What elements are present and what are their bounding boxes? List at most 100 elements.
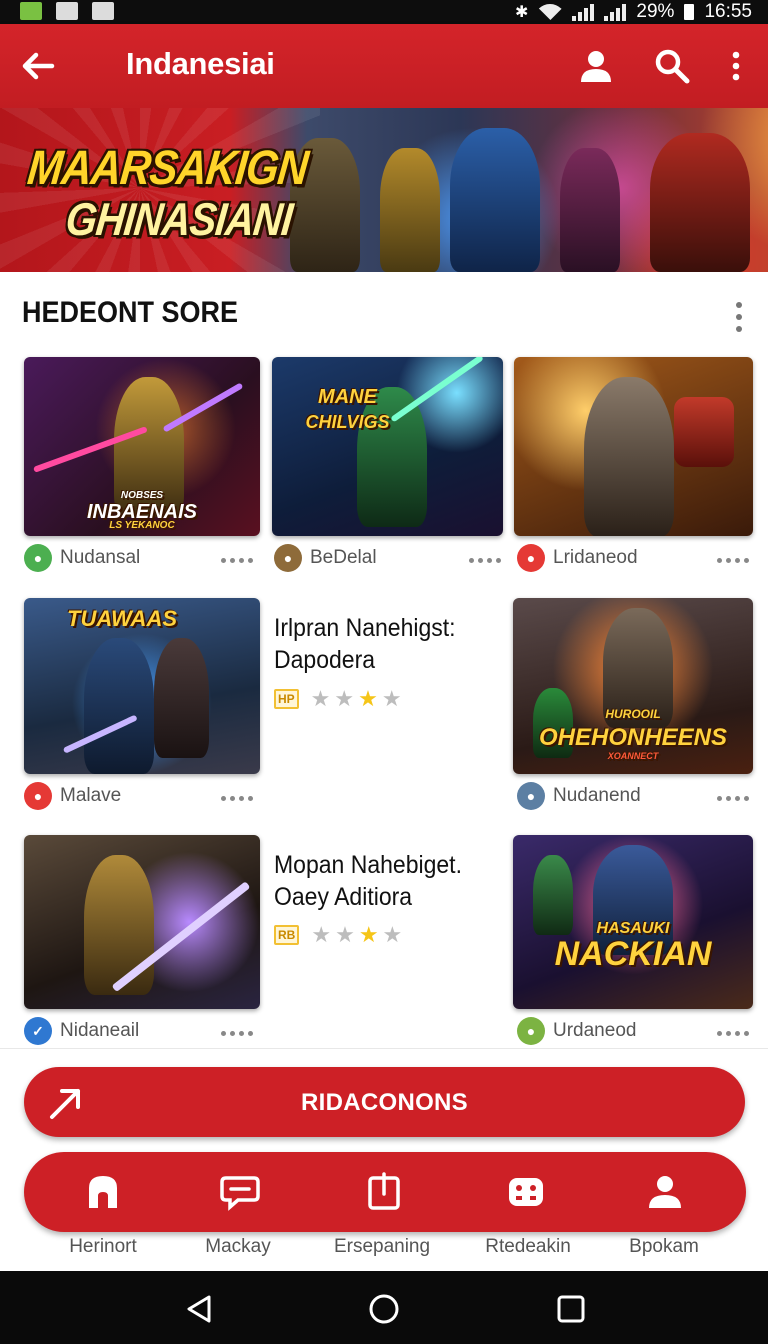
search-icon[interactable] bbox=[652, 46, 692, 86]
age-rating-badge: RB bbox=[274, 925, 300, 945]
back-arrow-icon[interactable] bbox=[18, 46, 58, 86]
game-name: Nudansal bbox=[60, 547, 141, 568]
card-art-text: TUAWAAS bbox=[67, 606, 177, 631]
game-name: Nidaneail bbox=[60, 1020, 140, 1041]
section-more-icon[interactable] bbox=[727, 302, 751, 332]
card-art-text: INBAENAIS bbox=[86, 501, 197, 523]
promo-banner[interactable]: MAARSAKIGN GHINASIANI bbox=[0, 108, 768, 272]
game-meta[interactable]: ✓ Nidaneail bbox=[24, 1016, 139, 1046]
recommendations-button[interactable]: RIDACONONS bbox=[24, 1067, 745, 1137]
gamepad-icon[interactable] bbox=[504, 1170, 548, 1214]
game-card-image[interactable]: HUROOIL OHEHONHEENS XOANNECT bbox=[513, 598, 753, 774]
game-icon: ● bbox=[24, 782, 52, 810]
game-more-icon[interactable] bbox=[717, 796, 749, 801]
banner-title-line1: MAARSAKIGN bbox=[25, 140, 311, 195]
star-icon: ★ bbox=[381, 686, 402, 711]
game-card-image[interactable]: TUAWAAS bbox=[24, 598, 260, 774]
clock: 16:55 bbox=[704, 1, 752, 22]
nav-label-profile[interactable]: Bpokam bbox=[584, 1236, 744, 1258]
game-name: Malave bbox=[60, 785, 122, 806]
card-art-text: HUROOIL bbox=[605, 707, 661, 721]
nav-label-chat[interactable]: Mackay bbox=[158, 1236, 318, 1258]
game-card-image[interactable]: HASAUKI NACKIAN bbox=[513, 835, 753, 1009]
game-card-image[interactable] bbox=[24, 835, 260, 1009]
card-art-text: NACKIAN bbox=[554, 935, 712, 973]
banner-title-line2: GHINASIANI bbox=[63, 194, 295, 246]
game-more-icon[interactable] bbox=[221, 558, 253, 563]
game-icon: ● bbox=[517, 544, 545, 572]
game-icon: ✓ bbox=[24, 1017, 52, 1045]
game-meta[interactable]: ● Malave bbox=[24, 781, 121, 811]
card-art-text: CHILVIGS bbox=[305, 412, 390, 432]
card-art-text: NOBSES bbox=[120, 490, 164, 501]
wifi-icon bbox=[538, 4, 562, 20]
account-icon[interactable] bbox=[576, 46, 616, 86]
game-more-icon[interactable] bbox=[717, 1031, 749, 1036]
star-icon: ★ bbox=[382, 922, 403, 947]
recommendations-label: RIDACONONS bbox=[300, 1089, 468, 1116]
game-more-icon[interactable] bbox=[469, 558, 501, 563]
featured-title[interactable]: Irlpran Nanehigst: Dapodera bbox=[274, 612, 456, 676]
game-meta[interactable]: ● BeDelal bbox=[274, 543, 377, 573]
share-icon[interactable] bbox=[362, 1170, 406, 1214]
featured-title-line1: Mopan Nahebiget. bbox=[274, 851, 462, 879]
home-icon[interactable] bbox=[81, 1170, 125, 1214]
system-back-icon[interactable] bbox=[183, 1293, 215, 1325]
game-card-image[interactable] bbox=[514, 357, 753, 536]
person-icon[interactable] bbox=[643, 1170, 687, 1214]
featured-title[interactable]: Mopan Nahebiget. Oaey Aditiora bbox=[274, 849, 462, 913]
game-icon: ● bbox=[517, 1017, 545, 1045]
battery-icon bbox=[684, 4, 695, 20]
game-card-image[interactable]: MANE CHILVIGS bbox=[272, 357, 503, 536]
hero-figure bbox=[380, 148, 440, 272]
game-meta[interactable]: ● Urdaneod bbox=[517, 1016, 636, 1046]
age-rating-badge: HP bbox=[274, 689, 299, 709]
game-name: BeDelal bbox=[310, 547, 377, 568]
card-art-text: XOANNECT bbox=[607, 751, 659, 761]
hero-figure bbox=[650, 133, 750, 272]
notification-icon bbox=[20, 2, 42, 20]
game-more-icon[interactable] bbox=[221, 796, 253, 801]
game-more-icon[interactable] bbox=[221, 1031, 253, 1036]
featured-rating: RB ★ ★ ★ ★ bbox=[274, 924, 402, 946]
divider bbox=[0, 1048, 768, 1049]
game-icon: ● bbox=[274, 544, 302, 572]
overflow-menu-icon[interactable] bbox=[716, 46, 756, 86]
game-name: Nudanend bbox=[553, 785, 641, 806]
featured-title-line2: Dapodera bbox=[274, 646, 376, 674]
signal-icon bbox=[572, 3, 595, 21]
star-icon: ★ bbox=[310, 686, 331, 711]
star-icon: ★ bbox=[358, 922, 379, 947]
star-icon: ★ bbox=[335, 922, 355, 947]
section-title: HEDEONT SORE bbox=[22, 296, 239, 329]
hero-figure bbox=[450, 128, 540, 272]
game-card-image[interactable]: NOBSES INBAENAIS LS YEKANOC bbox=[24, 357, 260, 536]
image-notification-icon bbox=[56, 2, 78, 20]
game-meta[interactable]: ● Lridaneod bbox=[517, 543, 638, 573]
game-more-icon[interactable] bbox=[717, 558, 749, 563]
hero-figure bbox=[560, 148, 620, 272]
game-name: Lridaneod bbox=[553, 547, 638, 568]
bluetooth-icon: ✱ bbox=[515, 4, 529, 21]
game-meta[interactable]: ● Nudanend bbox=[517, 781, 641, 811]
card-art-text: MANE bbox=[318, 386, 377, 408]
system-recents-icon[interactable] bbox=[555, 1293, 587, 1325]
status-bar: ✱ 29% 16:55 bbox=[0, 0, 768, 24]
featured-rating: HP ★ ★ ★ ★ bbox=[274, 688, 402, 710]
nav-label-share[interactable]: Ersepaning bbox=[302, 1236, 462, 1258]
system-home-icon[interactable] bbox=[368, 1293, 400, 1325]
app-title: Indanesiai bbox=[126, 46, 275, 81]
featured-title-line1: Irlpran Nanehigst: bbox=[274, 614, 456, 642]
card-art-text: LS YEKANOC bbox=[109, 520, 175, 531]
battery-percent: 29% bbox=[636, 1, 675, 22]
game-meta[interactable]: ● Nudansal bbox=[24, 543, 140, 573]
app-bar: Indanesiai bbox=[0, 24, 768, 108]
card-art-text: OHEHONHEENS bbox=[538, 724, 728, 751]
bottom-nav bbox=[24, 1152, 746, 1232]
chat-icon[interactable] bbox=[218, 1170, 262, 1214]
system-navigation-bar bbox=[0, 1271, 768, 1344]
star-icon: ★ bbox=[358, 686, 378, 711]
star-icon: ★ bbox=[311, 922, 332, 947]
signal-icon-2 bbox=[604, 3, 627, 21]
featured-title-line2: Oaey Aditiora bbox=[274, 883, 413, 911]
